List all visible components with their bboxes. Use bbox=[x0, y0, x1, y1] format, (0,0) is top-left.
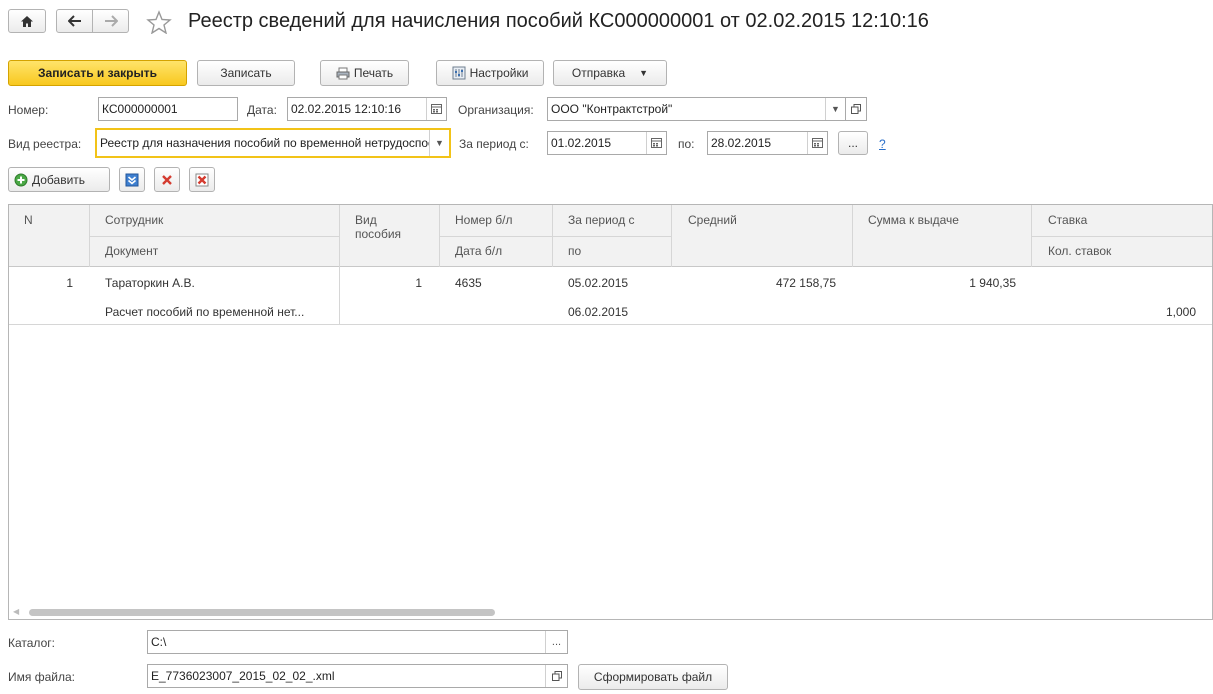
period-to-label: по: bbox=[678, 137, 695, 151]
settings-icon bbox=[452, 66, 466, 80]
header-n[interactable]: N bbox=[24, 213, 33, 227]
page-title: Реестр сведений для начисления пособий К… bbox=[188, 10, 929, 32]
period-from-value: 01.02.2015 bbox=[551, 136, 612, 150]
registry-type-value: Реестр для назначения пособий по временн… bbox=[100, 136, 429, 150]
open-icon[interactable] bbox=[545, 665, 567, 687]
save-button[interactable]: Записать bbox=[197, 60, 295, 86]
horizontal-scrollbar[interactable] bbox=[29, 609, 495, 616]
row-employee: Тараторкин А.В. bbox=[105, 276, 195, 290]
home-icon bbox=[21, 15, 33, 27]
settings-label: Настройки bbox=[469, 66, 529, 80]
header-amount[interactable]: Сумма к выдаче bbox=[868, 213, 959, 227]
delete-all-button[interactable] bbox=[189, 167, 215, 192]
generate-file-button[interactable]: Сформировать файл bbox=[578, 664, 728, 690]
dropdown-icon[interactable]: ▼ bbox=[825, 98, 845, 120]
header-period-to[interactable]: по bbox=[568, 244, 581, 258]
header-sick-date[interactable]: Дата б/л bbox=[455, 244, 502, 258]
row-rate-count: 1,000 bbox=[1165, 305, 1196, 319]
scroll-left-arrow-icon[interactable]: ◀ bbox=[13, 607, 19, 616]
date-value: 02.02.2015 12:10:16 bbox=[291, 102, 402, 116]
forward-arrow-icon bbox=[104, 15, 118, 27]
help-link[interactable]: ? bbox=[879, 137, 886, 151]
back-button[interactable] bbox=[56, 9, 93, 33]
add-label: Добавить bbox=[32, 172, 86, 187]
calendar-icon[interactable] bbox=[807, 132, 827, 154]
header-employee[interactable]: Сотрудник bbox=[105, 213, 163, 227]
header-period-from[interactable]: За период с bbox=[568, 213, 635, 227]
print-label: Печать bbox=[353, 66, 394, 80]
move-down-button[interactable] bbox=[119, 167, 145, 192]
open-icon bbox=[851, 104, 861, 114]
move-down-icon bbox=[125, 173, 139, 186]
favorite-button[interactable] bbox=[146, 10, 172, 34]
send-menu-button[interactable]: Отправка ▼ bbox=[553, 60, 667, 86]
dropdown-icon: ▼ bbox=[639, 68, 649, 78]
catalog-select-button[interactable]: ... bbox=[545, 631, 567, 653]
period-from-field[interactable]: 01.02.2015 bbox=[547, 131, 667, 155]
number-value: КС000000001 bbox=[102, 102, 178, 116]
date-field[interactable]: 02.02.2015 12:10:16 bbox=[287, 97, 447, 121]
organization-field[interactable]: ООО "Контрактстрой" ▼ bbox=[547, 97, 846, 121]
table-row[interactable]: 1 Тараторкин А.В. Расчет пособий по врем… bbox=[9, 267, 1212, 325]
row-document: Расчет пособий по временной нет... bbox=[105, 305, 305, 319]
header-document[interactable]: Документ bbox=[105, 244, 158, 258]
row-benefit-type: 1 bbox=[415, 276, 422, 290]
filename-label: Имя файла: bbox=[8, 670, 75, 684]
dropdown-icon[interactable]: ▼ bbox=[429, 130, 449, 156]
printer-icon bbox=[336, 67, 350, 79]
delete-button[interactable] bbox=[154, 167, 180, 192]
filename-field[interactable]: E_7736023007_2015_02_02_.xml bbox=[147, 664, 568, 688]
period-to-value: 28.02.2015 bbox=[711, 136, 772, 150]
add-icon bbox=[14, 173, 28, 186]
catalog-label: Каталог: bbox=[8, 636, 55, 650]
forward-button[interactable] bbox=[92, 9, 129, 33]
settings-button[interactable]: Настройки bbox=[436, 60, 544, 86]
catalog-field[interactable]: C:\ ... bbox=[147, 630, 568, 654]
row-sick-number: 4635 bbox=[455, 276, 482, 290]
calendar-icon[interactable] bbox=[646, 132, 666, 154]
header-sick-number[interactable]: Номер б/л bbox=[455, 213, 512, 227]
organization-label: Организация: bbox=[458, 103, 534, 117]
period-from-label: За период с: bbox=[459, 137, 529, 151]
organization-value: ООО "Контрактстрой" bbox=[551, 102, 673, 116]
organization-open-button[interactable] bbox=[845, 97, 867, 121]
row-n: 1 bbox=[66, 276, 73, 290]
home-button[interactable] bbox=[8, 9, 46, 33]
row-period-from: 05.02.2015 bbox=[568, 276, 629, 290]
number-label: Номер: bbox=[8, 103, 49, 117]
registry-type-label: Вид реестра: bbox=[8, 137, 82, 151]
row-period-to: 06.02.2015 bbox=[568, 305, 629, 319]
calendar-icon[interactable] bbox=[426, 98, 446, 120]
save-and-close-button[interactable]: Записать и закрыть bbox=[8, 60, 187, 86]
favorite-star-icon bbox=[146, 10, 172, 34]
send-label: Отправка bbox=[571, 66, 626, 80]
filename-value: E_7736023007_2015_02_02_.xml bbox=[151, 669, 335, 683]
registry-type-field[interactable]: Реестр для назначения пособий по временн… bbox=[95, 128, 451, 158]
print-button[interactable]: Печать bbox=[320, 60, 409, 86]
row-amount: 1 940,35 bbox=[969, 276, 1016, 290]
add-button[interactable]: Добавить bbox=[8, 167, 110, 192]
catalog-value: C:\ bbox=[151, 635, 167, 649]
header-benefit-type[interactable]: Вид пособия bbox=[355, 213, 401, 241]
header-rate-count[interactable]: Кол. ставок bbox=[1048, 244, 1111, 258]
row-average: 472 158,75 bbox=[775, 276, 836, 290]
period-select-button[interactable]: ... bbox=[838, 131, 868, 155]
period-to-field[interactable]: 28.02.2015 bbox=[707, 131, 828, 155]
number-field[interactable]: КС000000001 bbox=[98, 97, 238, 121]
header-average[interactable]: Средний bbox=[688, 213, 737, 227]
delete-icon bbox=[162, 174, 172, 185]
date-label: Дата: bbox=[247, 103, 277, 117]
back-arrow-icon bbox=[67, 15, 81, 27]
table-header: N Сотрудник Документ Вид пособия Номер б… bbox=[9, 205, 1212, 267]
header-rate[interactable]: Ставка bbox=[1048, 213, 1087, 227]
registry-table[interactable]: N Сотрудник Документ Вид пособия Номер б… bbox=[8, 204, 1213, 620]
delete-all-icon bbox=[195, 173, 209, 186]
